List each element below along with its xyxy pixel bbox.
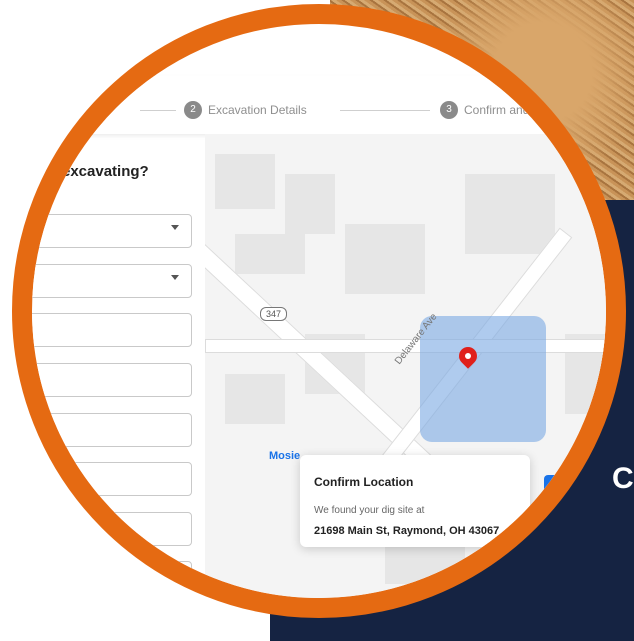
optional-field[interactable]: ional) [32,357,192,397]
popup-title: Confirm Location [314,475,414,489]
step-2-label[interactable]: Excavation Details [208,103,307,117]
route-shield: 347 [260,307,288,321]
field-value: d [176,571,183,583]
magnifier-lens: 2 Excavation Details 3 Confirm and excav… [12,4,626,618]
step-2-number: 2 [184,101,202,119]
work-type-select[interactable] [32,264,192,298]
confirm-location-popup: Confirm Location We found your dig site … [300,455,530,547]
text-field[interactable]: d [32,561,192,595]
map-block [225,374,285,424]
text-field[interactable] [32,512,192,546]
step-connector [140,110,176,111]
map-block [465,174,555,254]
text-field[interactable] [32,313,192,347]
step-connector [340,110,430,111]
text-field[interactable] [32,462,192,496]
stepper [32,76,606,134]
popup-text: We found your dig site at [314,505,425,516]
chevron-down-icon [171,225,179,230]
step-3-number: 3 [440,101,458,119]
form-question: excavating? [62,163,149,180]
map-block [285,174,335,234]
dig-site-area[interactable] [420,316,546,442]
map-block [345,224,425,294]
map-block [235,234,305,274]
chevron-down-icon [171,275,179,280]
field-placeholder: al) [13,424,19,434]
field-label: ional) [32,357,34,367]
map-block [215,154,275,209]
step-3-label[interactable]: Confirm and [464,103,529,117]
optional-field[interactable]: al) [13,413,192,447]
popup-address: 21698 Main St, Raymond, OH 43067 [314,525,500,537]
poi-label[interactable]: Mosie [269,450,300,462]
confirm-button[interactable] [544,475,584,535]
background-glyph: C [612,462,634,495]
excavation-type-select[interactable] [32,214,192,248]
